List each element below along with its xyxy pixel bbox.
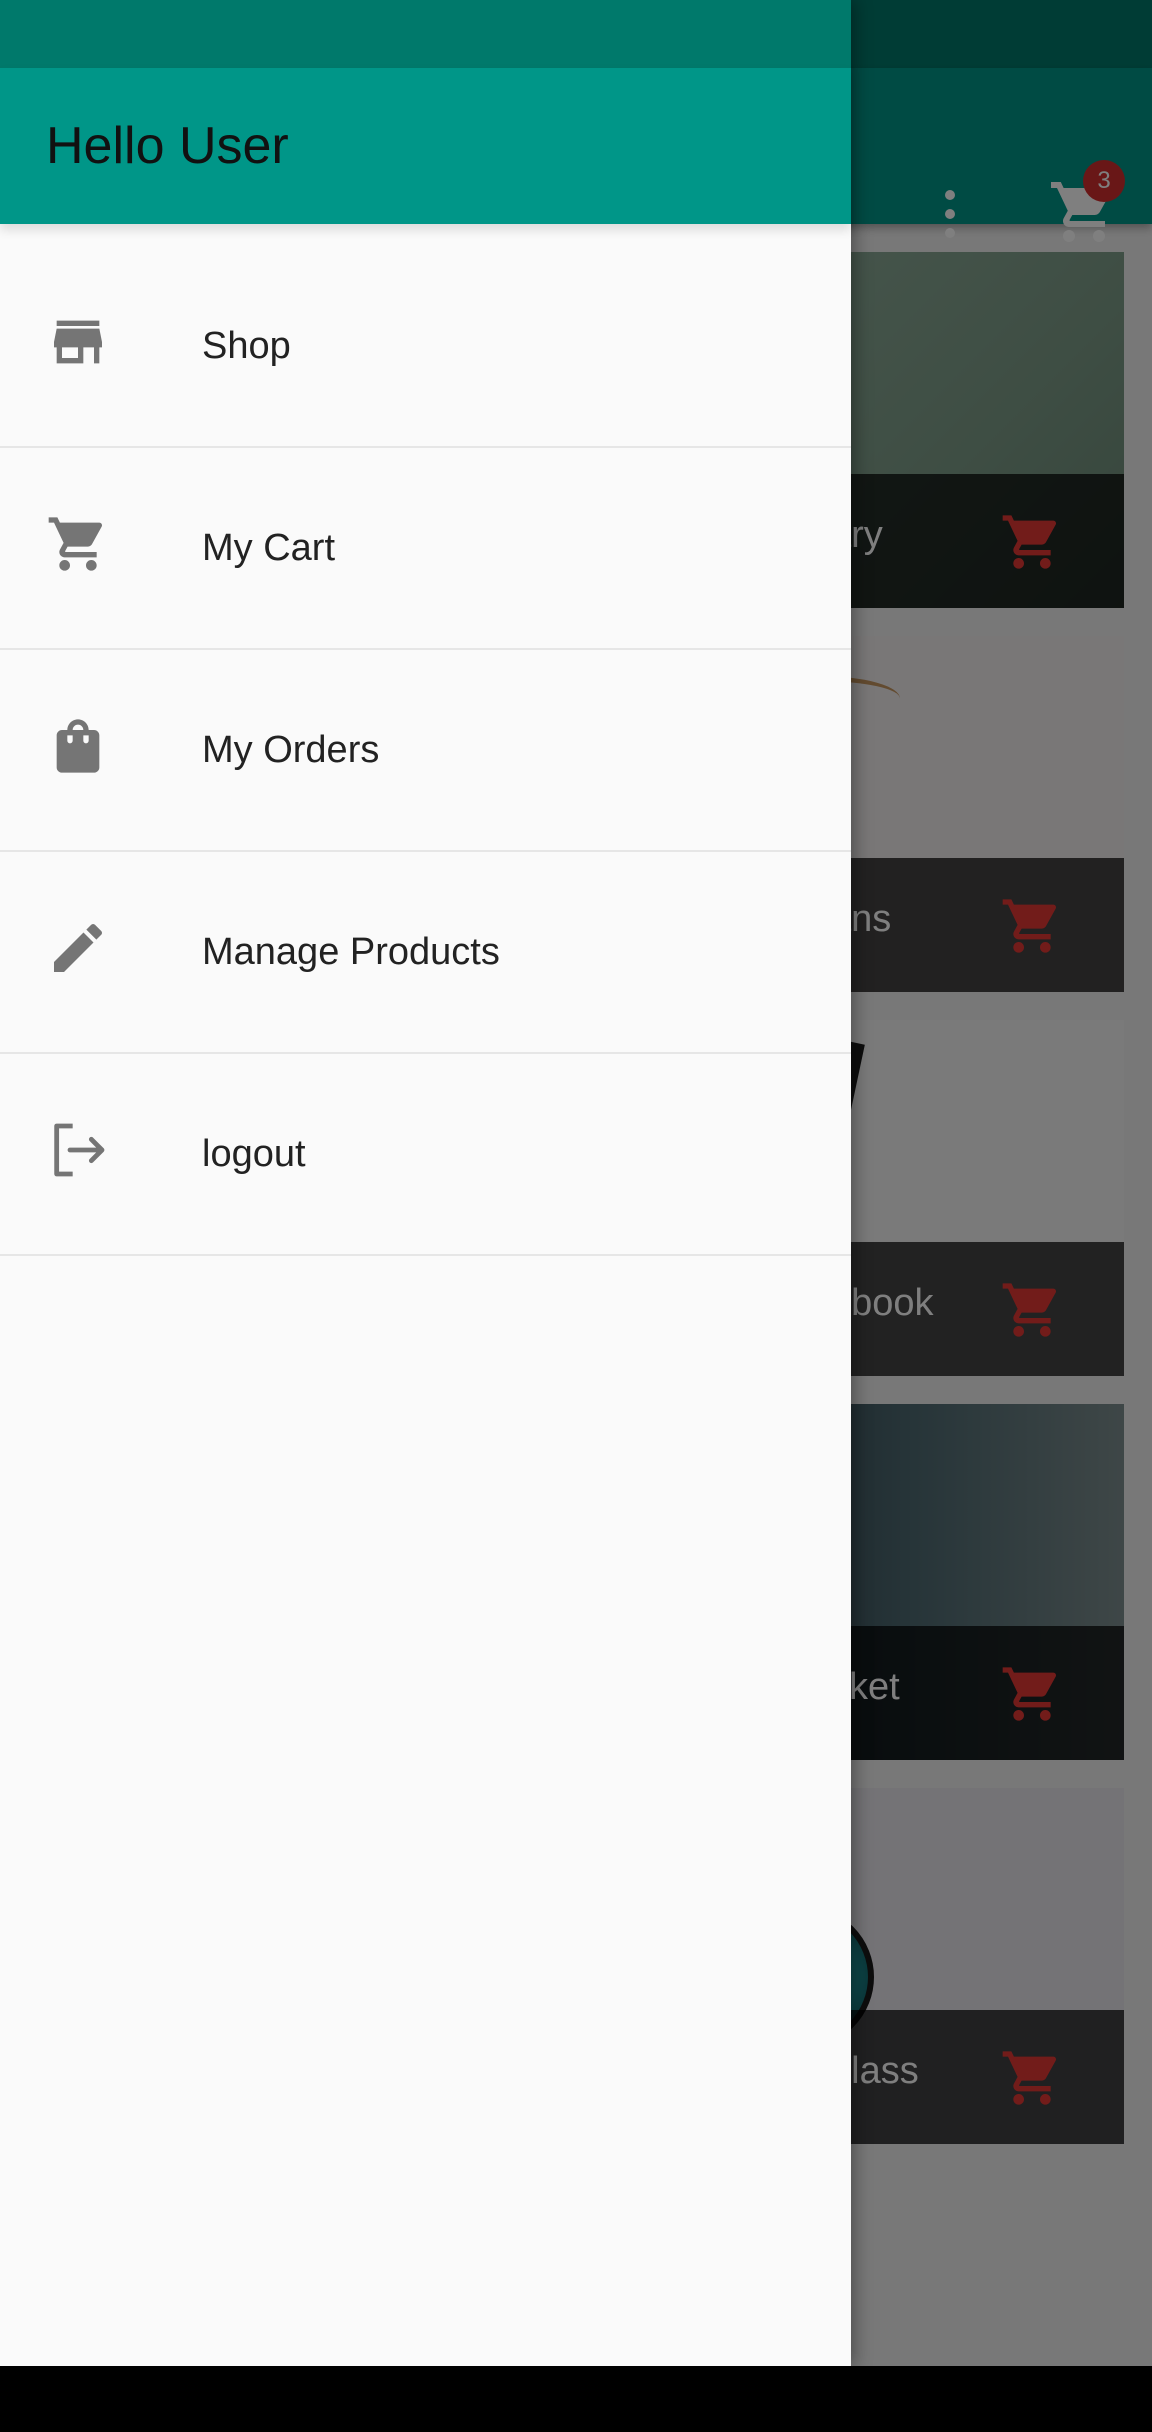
- menu-item-my-orders[interactable]: My Orders: [0, 650, 851, 852]
- cart-icon: [48, 517, 103, 571]
- menu-item-manage-products[interactable]: Manage Products: [0, 852, 851, 1054]
- drawer-title: Hello User: [46, 117, 289, 175]
- pencil-icon: [54, 923, 103, 972]
- menu-item-label: logout: [202, 1133, 306, 1175]
- logout-icon: [54, 1123, 105, 1177]
- menu-item-shop[interactable]: Shop: [0, 246, 851, 448]
- drawer-menu: Shop My Cart My Orders Manage Products l…: [0, 246, 851, 1256]
- menu-item-label: My Cart: [202, 527, 335, 569]
- menu-item-my-cart[interactable]: My Cart: [0, 448, 851, 650]
- shopping-bag-icon: [56, 719, 100, 773]
- drawer-status-bar: [0, 0, 851, 68]
- menu-item-label: Manage Products: [202, 931, 500, 973]
- system-navigation-bar: [0, 2366, 1152, 2432]
- menu-item-logout[interactable]: logout: [0, 1054, 851, 1256]
- store-icon: [54, 320, 102, 364]
- menu-item-label: My Orders: [202, 729, 380, 771]
- menu-item-label: Shop: [202, 325, 291, 367]
- navigation-drawer: Hello User Shop My Cart My Orders Manage…: [0, 0, 851, 2366]
- drawer-header: Hello User: [0, 68, 851, 224]
